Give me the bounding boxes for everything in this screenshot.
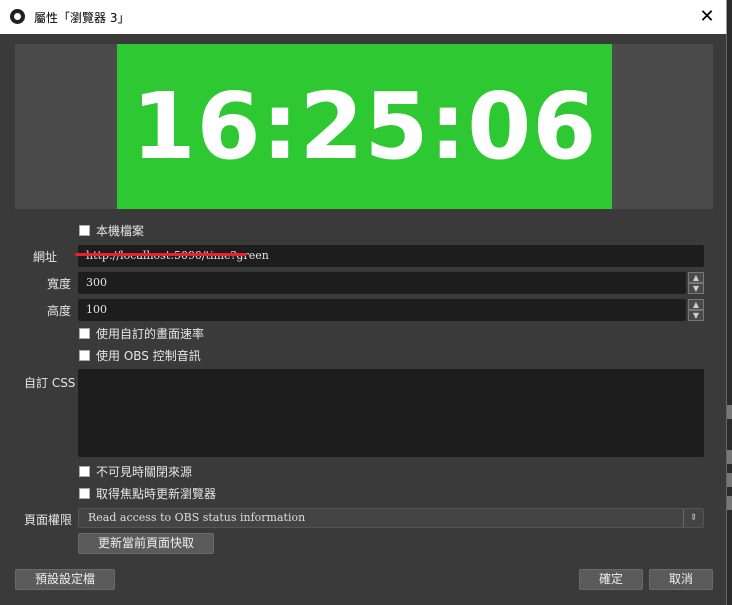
chevron-updown-icon[interactable]: ⇕ bbox=[683, 509, 703, 527]
refresh-cache-button[interactable]: 更新當前頁面快取 bbox=[78, 533, 214, 554]
increment-icon[interactable]: ▲ bbox=[688, 299, 704, 310]
obs-logo-icon bbox=[10, 9, 25, 24]
close-icon[interactable]: ✕ bbox=[692, 2, 722, 32]
defaults-button[interactable]: 預設設定檔 bbox=[15, 569, 115, 590]
background-fragment bbox=[727, 473, 732, 487]
source-preview: 16:25:06 bbox=[15, 44, 713, 209]
height-input[interactable]: 100 bbox=[78, 299, 686, 321]
checkbox-box[interactable] bbox=[79, 327, 90, 339]
custom-fps-label: 使用自訂的畫面速率 bbox=[96, 326, 205, 341]
permissions-select[interactable]: Read access to OBS status information ⇕ bbox=[78, 508, 704, 528]
properties-dialog-body: 16:25:06 本機檔案 網址 http://localhost:5090/t… bbox=[0, 34, 727, 605]
background-window-edge bbox=[727, 0, 732, 605]
width-input[interactable]: 300 bbox=[78, 272, 686, 294]
height-stepper[interactable]: ▲ ▼ bbox=[688, 299, 704, 321]
height-label: 高度 bbox=[47, 304, 72, 318]
increment-icon[interactable]: ▲ bbox=[688, 272, 704, 283]
refresh-on-active-label: 取得焦點時更新瀏覽器 bbox=[96, 486, 217, 501]
annotation-underline bbox=[75, 253, 247, 256]
width-stepper[interactable]: ▲ ▼ bbox=[688, 272, 704, 294]
permissions-label: 頁面權限 bbox=[24, 513, 73, 527]
decrement-icon[interactable]: ▼ bbox=[688, 283, 704, 294]
preview-clock: 16:25:06 bbox=[117, 44, 612, 209]
url-input[interactable]: http://localhost:5090/time?green bbox=[78, 245, 704, 267]
checkbox-box[interactable] bbox=[79, 349, 90, 361]
shutdown-hidden-checkbox[interactable]: 不可見時關閉來源 bbox=[79, 462, 192, 480]
checkbox-box[interactable] bbox=[79, 224, 90, 236]
url-label: 網址 bbox=[33, 250, 58, 264]
shutdown-hidden-label: 不可見時關閉來源 bbox=[96, 464, 193, 479]
cancel-button[interactable]: 取消 bbox=[649, 569, 713, 590]
checkbox-box[interactable] bbox=[79, 465, 90, 477]
background-fragment bbox=[727, 450, 732, 464]
refresh-on-active-checkbox[interactable]: 取得焦點時更新瀏覽器 bbox=[79, 484, 216, 502]
obs-audio-label: 使用 OBS 控制音訊 bbox=[96, 348, 201, 363]
decrement-icon[interactable]: ▼ bbox=[688, 310, 704, 321]
local-file-checkbox[interactable]: 本機檔案 bbox=[79, 221, 144, 239]
css-textarea[interactable] bbox=[78, 369, 704, 457]
window-title: 屬性「瀏覽器 3」 bbox=[34, 11, 130, 25]
window-titlebar: 屬性「瀏覽器 3」 ✕ bbox=[0, 0, 727, 34]
custom-fps-checkbox[interactable]: 使用自訂的畫面速率 bbox=[79, 324, 204, 342]
background-fragment bbox=[727, 405, 732, 419]
permissions-value: Read access to OBS status information bbox=[88, 511, 306, 524]
background-fragment bbox=[727, 496, 732, 510]
ok-button[interactable]: 確定 bbox=[579, 569, 643, 590]
width-label: 寬度 bbox=[47, 277, 72, 291]
local-file-label: 本機檔案 bbox=[96, 223, 145, 238]
checkbox-box[interactable] bbox=[79, 487, 90, 499]
obs-audio-checkbox[interactable]: 使用 OBS 控制音訊 bbox=[79, 346, 201, 364]
css-label: 自訂 CSS bbox=[24, 376, 76, 390]
